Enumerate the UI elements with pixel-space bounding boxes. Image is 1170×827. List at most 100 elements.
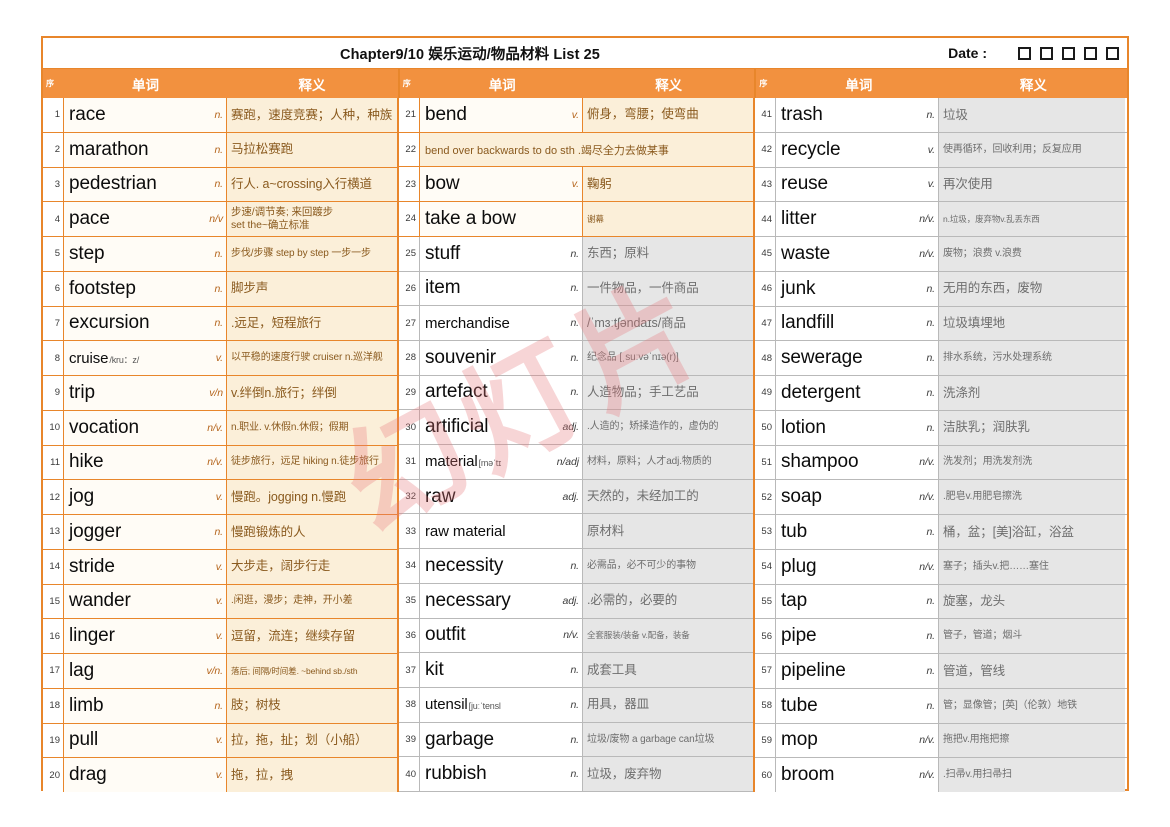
table-row: 50 lotion n. 洁肤乳；润肤乳	[755, 410, 1127, 446]
row-index: 10	[43, 410, 64, 445]
definition-cell: 步伐/步骤 step by step 一步一步	[227, 237, 397, 271]
word-text: vocation	[69, 416, 139, 438]
part-of-speech: n.	[570, 664, 579, 677]
part-of-speech: v.	[571, 178, 579, 191]
part-of-speech: v.	[215, 491, 223, 504]
word-text: waste	[781, 242, 831, 264]
definition-cell: 洗涤剂	[939, 376, 1125, 410]
table-row: 29 artefact n. 人造物品；手工艺品	[399, 375, 753, 411]
word-cell: artificial adj.	[420, 410, 583, 445]
word-text: lotion	[781, 416, 826, 438]
column-header-word: 单词	[488, 77, 516, 93]
word-text: jogger	[69, 520, 122, 542]
word-cell: item n.	[420, 271, 583, 306]
table-row: 28 souvenir n. 纪念品 [ˌsuːvəˈnɪə(r)]	[399, 340, 753, 376]
date-checkbox[interactable]	[1018, 46, 1031, 60]
table-row: 7 excursion n. .远足，短程旅行	[43, 306, 397, 342]
table-row: 2 marathon n. 马拉松赛跑	[43, 132, 397, 168]
table-row: 42 recycle v. 使再循环，回收利用；反复应用	[755, 132, 1127, 168]
row-index: 6	[43, 271, 64, 306]
table-row: 55 tap n. 旋塞，龙头	[755, 584, 1127, 620]
row-index: 43	[755, 167, 776, 202]
row-index: 34	[399, 549, 420, 583]
word-cell: jogger n.	[64, 515, 227, 549]
word-cell: take a bow	[420, 202, 583, 236]
table-row: 46 junk n. 无用的东西，废物	[755, 271, 1127, 307]
table-body: 1 race n. 赛跑，速度竞赛；人种，种族 2 marathon n. 马拉松赛跑 3 ped…	[43, 98, 1127, 793]
table-row: 16 linger v. 逗留，流连；继续存留	[43, 619, 397, 654]
word-cell: waste n/v.	[776, 237, 939, 271]
word-cell: kit n.	[420, 653, 583, 687]
table-row: 38 utensil [juːˈtensl n. 用具，器皿	[399, 687, 753, 723]
table-row: 14 stride v. 大步走，阔步行走	[43, 549, 397, 585]
date-checkbox[interactable]	[1106, 46, 1119, 60]
part-of-speech: n.	[570, 282, 579, 295]
definition-cell: 垃圾，废弃物	[583, 757, 753, 792]
word-cell: hike n/v.	[64, 445, 227, 480]
word-cell: landfill n.	[776, 306, 939, 341]
table-row: 35 necessary adj. .必需的，必要的	[399, 583, 753, 619]
word-cell: step n.	[64, 237, 227, 271]
word-text: rubbish	[425, 763, 487, 785]
definition-cell: .扫帚v.用扫帚扫	[939, 758, 1125, 792]
date-checkbox[interactable]	[1062, 46, 1075, 60]
definition-cell: 再次使用	[939, 167, 1125, 202]
part-of-speech: n.	[570, 317, 579, 330]
table-row: 51 shampoo n/v. 洗发剂；用洗发剂洗	[755, 445, 1127, 481]
word-cell: rubbish n.	[420, 757, 583, 792]
word-cell: stuff n.	[420, 236, 583, 271]
table-row: 48 sewerage n. 排水系统，污水处理系统	[755, 341, 1127, 376]
word-text: footstep	[69, 277, 136, 299]
table-row: 53 tub n. 桶，盆；[美]浴缸，浴盆	[755, 515, 1127, 550]
definition-cell: 马拉松赛跑	[227, 132, 397, 167]
word-text: reuse	[781, 173, 829, 195]
definition-cell: .肥皂v.用肥皂擦洗	[939, 480, 1125, 514]
phrase-cell: bend over backwards to do sth .竭尽全力去做某事	[420, 132, 753, 167]
row-index: 27	[399, 306, 420, 340]
part-of-speech: n/v	[209, 213, 223, 226]
part-of-speech: v.	[215, 352, 223, 365]
row-index: 38	[399, 687, 420, 722]
word-cell: excursion n.	[64, 306, 227, 341]
date-checkbox[interactable]	[1040, 46, 1053, 60]
definition-cell: 徒步旅行，远足 hiking n.徒步旅行	[227, 445, 397, 480]
definition-cell: .必需的，必要的	[583, 583, 753, 618]
table-row: 24 take a bow 谢幕	[399, 202, 753, 237]
word-block-3: 41 trash n. 垃圾 42 recycle v. 使再循环，回收利用；反复应用 43 re…	[755, 98, 1127, 792]
part-of-speech: n/v.	[207, 456, 223, 469]
part-of-speech: n.	[570, 698, 579, 711]
row-index: 31	[399, 445, 420, 479]
date-checkbox[interactable]	[1084, 46, 1097, 60]
definition-cell: 鞠躬	[583, 167, 753, 202]
row-index: 40	[399, 757, 420, 792]
definition-cell: 管；显像管；[英]（伦敦）地铁	[939, 688, 1125, 723]
word-cell: raw adj.	[420, 479, 583, 514]
row-index: 12	[43, 480, 64, 514]
part-of-speech: v.	[215, 560, 223, 573]
word-text: artefact	[425, 381, 488, 403]
row-index: 18	[43, 688, 64, 723]
word-text: excursion	[69, 312, 150, 334]
header-block-2: 序 单词 释义	[400, 69, 757, 98]
part-of-speech: v.	[571, 108, 579, 121]
word-cell: outfit n/v.	[420, 618, 583, 653]
word-text: broom	[781, 764, 835, 786]
word-text: bow	[425, 173, 460, 195]
word-cell: junk n.	[776, 271, 939, 306]
table-row: 10 vocation n/v. n.职业. v.休假n.休假；假期	[43, 410, 397, 446]
definition-cell: n.职业. v.休假n.休假；假期	[227, 410, 397, 445]
word-text: landfill	[781, 312, 835, 334]
definition-cell: 一件物品，一件商品	[583, 271, 753, 306]
word-cell: limb n.	[64, 688, 227, 723]
word-cell: drag v.	[64, 758, 227, 792]
table-row: 17 lag v/n. 落后; 间隔/时间差. ~behind sb./sth	[43, 654, 397, 689]
table-row: 9 trip v/n v.绊倒n.旅行；绊倒	[43, 376, 397, 411]
word-cell: pipe n.	[776, 619, 939, 653]
word-text: necessity	[425, 554, 504, 576]
column-header-definition: 释义	[298, 77, 326, 93]
definition-cell: 无用的东西，废物	[939, 271, 1125, 306]
definition-cell: 必需品，必不可少的事物	[583, 549, 753, 583]
word-cell: bend v.	[420, 98, 583, 132]
part-of-speech: adj.	[562, 490, 579, 503]
word-cell: plug n/v.	[776, 549, 939, 584]
